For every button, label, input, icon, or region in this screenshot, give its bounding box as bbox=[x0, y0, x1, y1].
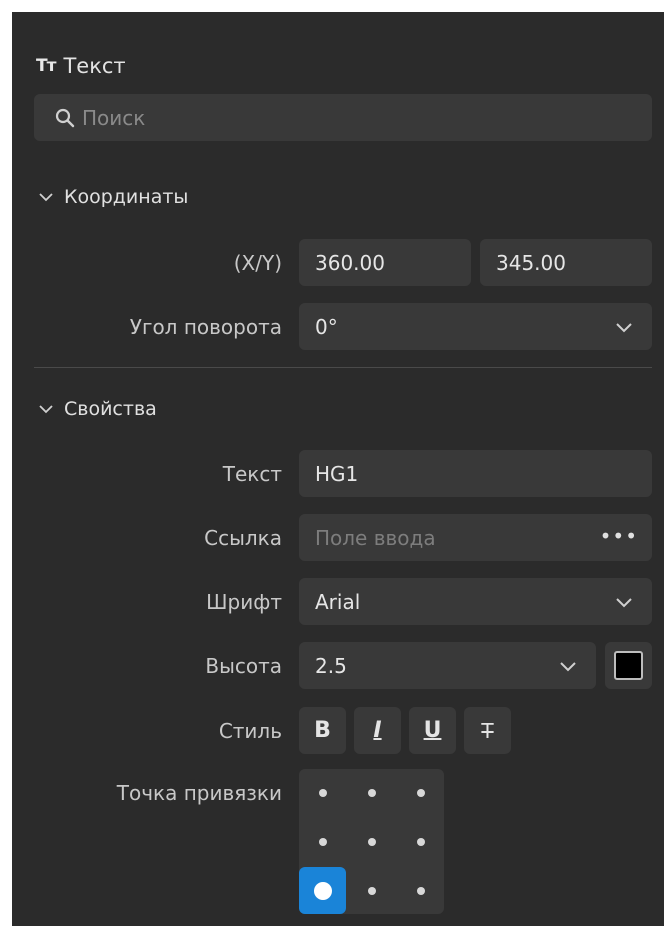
link-placeholder: Поле ввода bbox=[315, 525, 436, 550]
link-input[interactable]: Поле ввода ••• bbox=[299, 514, 652, 561]
text-input[interactable]: HG1 bbox=[299, 450, 652, 497]
chevron-down-icon bbox=[38, 189, 54, 205]
xy-label: (X/Y) bbox=[233, 250, 282, 275]
bold-icon: B bbox=[314, 718, 331, 743]
y-coordinate-input[interactable]: 345.00 bbox=[480, 239, 652, 286]
underline-icon: U bbox=[423, 718, 442, 743]
search-icon bbox=[54, 107, 76, 129]
anchor-bottom-right[interactable] bbox=[397, 867, 444, 914]
strikethrough-icon: T bbox=[481, 718, 494, 743]
anchor-middle-right[interactable] bbox=[397, 818, 444, 865]
anchor-top-center[interactable] bbox=[348, 769, 395, 816]
text-color-picker[interactable] bbox=[605, 642, 652, 689]
section-coordinates-toggle[interactable]: Координаты bbox=[38, 182, 188, 212]
chevron-down-icon bbox=[614, 317, 634, 337]
anchor-point-grid bbox=[299, 769, 444, 914]
anchor-top-right[interactable] bbox=[397, 769, 444, 816]
chevron-down-icon bbox=[558, 656, 578, 676]
anchor-bottom-left[interactable] bbox=[299, 867, 346, 914]
font-select[interactable]: Arial bbox=[299, 578, 652, 625]
strikethrough-button[interactable]: T bbox=[464, 707, 511, 754]
section-coordinates-label: Координаты bbox=[64, 186, 189, 208]
search-input[interactable]: Поиск bbox=[34, 94, 652, 141]
rotation-value: 0° bbox=[315, 314, 338, 339]
x-coordinate-value: 360.00 bbox=[315, 250, 385, 275]
text-value: HG1 bbox=[315, 461, 359, 486]
x-coordinate-input[interactable]: 360.00 bbox=[299, 239, 471, 286]
anchor-middle-center[interactable] bbox=[348, 818, 395, 865]
chevron-down-icon bbox=[614, 592, 634, 612]
anchor-bottom-center[interactable] bbox=[348, 867, 395, 914]
underline-button[interactable]: U bbox=[409, 707, 456, 754]
font-value: Arial bbox=[315, 589, 361, 614]
more-options-button[interactable]: ••• bbox=[600, 524, 638, 548]
text-label: Текст bbox=[222, 461, 282, 486]
height-value: 2.5 bbox=[315, 653, 347, 678]
section-properties-toggle[interactable]: Свойства bbox=[38, 394, 157, 424]
section-properties-label: Свойства bbox=[64, 398, 157, 420]
section-divider bbox=[34, 367, 652, 368]
italic-button[interactable]: I bbox=[354, 707, 401, 754]
rotation-select[interactable]: 0° bbox=[299, 303, 652, 350]
italic-icon: I bbox=[373, 718, 382, 743]
anchor-label: Точка привязки bbox=[116, 780, 282, 805]
font-label: Шрифт bbox=[206, 589, 282, 614]
height-select[interactable]: 2.5 bbox=[299, 642, 596, 689]
y-coordinate-value: 345.00 bbox=[496, 250, 566, 275]
panel-title: Текст bbox=[63, 54, 126, 78]
panel-header: Tт Текст bbox=[36, 50, 126, 82]
anchor-middle-left[interactable] bbox=[299, 818, 346, 865]
height-label: Высота bbox=[205, 653, 282, 678]
color-swatch bbox=[614, 651, 643, 680]
bold-button[interactable]: B bbox=[299, 707, 346, 754]
style-label: Стиль bbox=[218, 718, 282, 743]
anchor-top-left[interactable] bbox=[299, 769, 346, 816]
text-type-icon: Tт bbox=[36, 56, 56, 76]
rotation-label: Угол поворота bbox=[129, 314, 282, 339]
search-placeholder: Поиск bbox=[82, 105, 146, 130]
text-properties-panel: Tт Текст Поиск Координаты (X/Y) 360.00 3… bbox=[12, 12, 664, 926]
link-label: Ссылка bbox=[204, 525, 282, 550]
chevron-down-icon bbox=[38, 401, 54, 417]
